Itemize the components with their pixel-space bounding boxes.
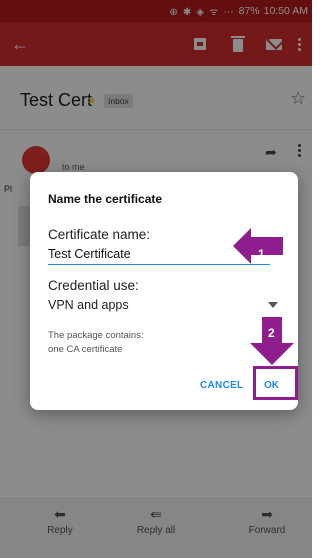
annotation-arrow-2 xyxy=(250,317,294,365)
dialog-title: Name the certificate xyxy=(48,192,163,206)
dropdown-caret-icon xyxy=(268,302,278,308)
credential-use-dropdown[interactable]: VPN and apps xyxy=(48,296,280,314)
credential-use-label: Credential use: xyxy=(48,278,139,293)
annotation-step-1: 1 xyxy=(258,247,265,261)
certificate-name-label: Certificate name: xyxy=(48,227,151,242)
package-info-heading: The package contains: xyxy=(48,330,144,341)
annotation-step-2: 2 xyxy=(268,326,275,340)
ok-highlight-box xyxy=(253,366,298,400)
cancel-button[interactable]: CANCEL xyxy=(200,380,243,391)
credential-use-value: VPN and apps xyxy=(48,298,129,312)
package-info-detail: one CA certificate xyxy=(48,344,123,355)
